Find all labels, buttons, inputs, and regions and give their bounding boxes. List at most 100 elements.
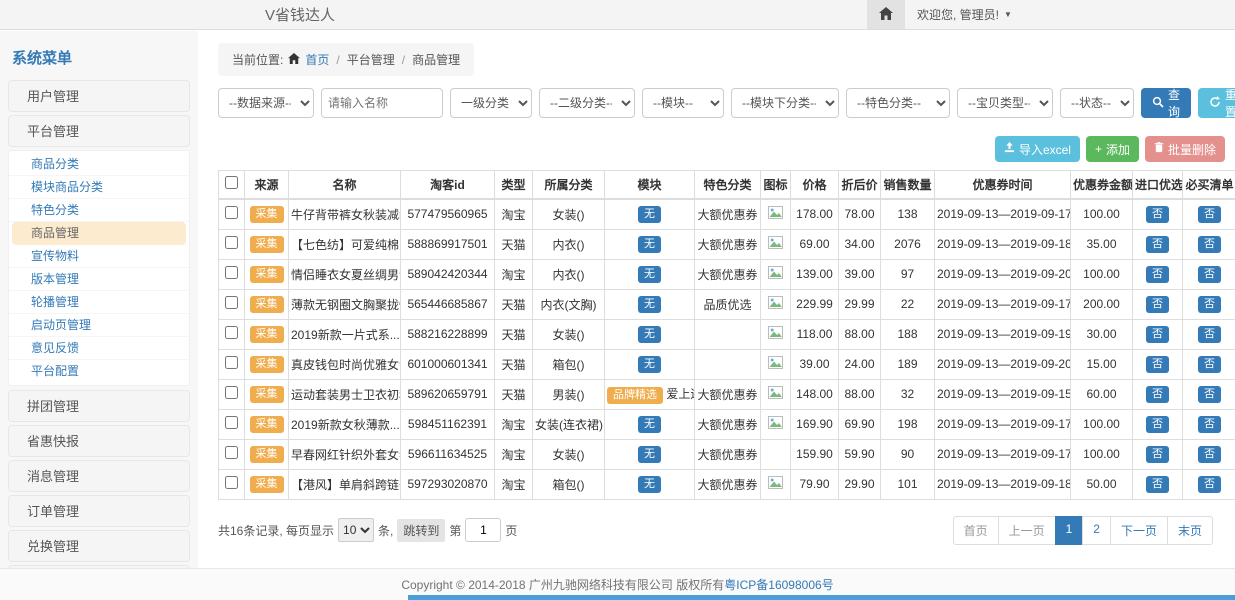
filter-select-3[interactable]: --模块-- <box>642 88 724 118</box>
column-header: 来源 <box>245 171 289 199</box>
import-select-toggle[interactable]: 否 <box>1146 476 1169 493</box>
sales-count: 188 <box>881 319 935 349</box>
must-buy-toggle[interactable]: 否 <box>1198 446 1221 463</box>
source-badge: 采集 <box>250 356 284 373</box>
sidebar-group-5[interactable]: 订单管理 <box>8 495 190 527</box>
import-excel-button[interactable]: 导入excel <box>995 136 1080 162</box>
page: V省钱达人 欢迎您, 管理员! ▼ 系统菜单 用户管理平台管理商品分类模块商品分… <box>0 0 1235 600</box>
page-size-select[interactable]: 10 <box>338 518 374 542</box>
module-extra: 爱上运动 <box>666 387 694 401</box>
taoke-id: 598451162391 <box>401 409 495 439</box>
row-checkbox[interactable] <box>225 446 238 459</box>
row-checkbox[interactable] <box>225 416 238 429</box>
row-checkbox[interactable] <box>225 296 238 309</box>
sidebar-group-4[interactable]: 消息管理 <box>8 460 190 492</box>
records-summary-mid: 条, <box>378 522 393 539</box>
import-select-toggle[interactable]: 否 <box>1146 206 1169 223</box>
column-header: 所属分类 <box>533 171 605 199</box>
must-buy-toggle[interactable]: 否 <box>1198 266 1221 283</box>
import-select-toggle[interactable]: 否 <box>1146 296 1169 313</box>
action-toolbar: 导入excel + 添加 批量删除 <box>218 136 1225 162</box>
import-select-toggle[interactable]: 否 <box>1146 266 1169 283</box>
search-button[interactable]: 查询 <box>1141 88 1191 118</box>
sidebar-group-1[interactable]: 平台管理 <box>8 115 190 147</box>
pager-button-5[interactable]: 末页 <box>1167 516 1213 545</box>
sidebar-item-3[interactable]: 商品管理 <box>12 222 186 245</box>
coupon-amount: 100.00 <box>1071 259 1133 289</box>
filter-select-1[interactable]: 一级分类 <box>450 88 532 118</box>
sidebar-item-1[interactable]: 模块商品分类 <box>9 176 189 199</box>
jump-page-input[interactable] <box>465 518 501 542</box>
add-button[interactable]: + 添加 <box>1086 136 1139 162</box>
sidebar-item-0[interactable]: 商品分类 <box>9 153 189 176</box>
sidebar-item-2[interactable]: 特色分类 <box>9 199 189 222</box>
import-select-toggle[interactable]: 否 <box>1146 416 1169 433</box>
jump-button[interactable]: 跳转到 <box>397 519 445 542</box>
pager-button-4[interactable]: 下一页 <box>1110 516 1168 545</box>
sidebar-item-8[interactable]: 意见反馈 <box>9 337 189 360</box>
must-buy-toggle[interactable]: 否 <box>1198 476 1221 493</box>
must-buy-toggle[interactable]: 否 <box>1198 386 1221 403</box>
sidebar-item-4[interactable]: 宣传物料 <box>9 245 189 268</box>
feature-category <box>695 349 761 379</box>
must-buy-toggle[interactable]: 否 <box>1198 236 1221 253</box>
coupon-time: 2019-09-13—2019-09-19 <box>935 319 1071 349</box>
icp-link[interactable]: 粤ICP备16098006号 <box>724 576 833 593</box>
home-icon <box>879 7 893 23</box>
filter-select-6[interactable]: --宝贝类型-- <box>957 88 1053 118</box>
filter-select-2[interactable]: --二级分类-- <box>539 88 635 118</box>
sidebar-item-6[interactable]: 轮播管理 <box>9 291 189 314</box>
source-badge: 采集 <box>250 236 284 253</box>
import-select-toggle[interactable]: 否 <box>1146 356 1169 373</box>
import-select-toggle[interactable]: 否 <box>1146 446 1169 463</box>
row-checkbox[interactable] <box>225 206 238 219</box>
feature-category: 品质优选 <box>695 289 761 319</box>
table-row: 采集真皮钱包时尚优雅女士...601000601341天猫箱包()无39.002… <box>219 349 1235 379</box>
module-badge: 无 <box>638 296 661 313</box>
import-select-toggle[interactable]: 否 <box>1146 236 1169 253</box>
import-select-toggle[interactable]: 否 <box>1146 326 1169 343</box>
import-select-toggle[interactable]: 否 <box>1146 386 1169 403</box>
user-menu[interactable]: 欢迎您, 管理员! ▼ <box>905 6 1235 23</box>
sidebar-item-7[interactable]: 启动页管理 <box>9 314 189 337</box>
sidebar-group-0[interactable]: 用户管理 <box>8 80 190 112</box>
sidebar-group-3[interactable]: 省惠快报 <box>8 425 190 457</box>
discount-price: 39.00 <box>839 259 881 289</box>
row-checkbox[interactable] <box>225 356 238 369</box>
home-button[interactable] <box>867 0 905 29</box>
must-buy-toggle[interactable]: 否 <box>1198 296 1221 313</box>
product-name: 早春网红针织外套女春... <box>289 439 401 469</box>
must-buy-toggle[interactable]: 否 <box>1198 416 1221 433</box>
product-type: 淘宝 <box>495 439 533 469</box>
filter-select-7[interactable]: --状态-- <box>1060 88 1134 118</box>
row-checkbox[interactable] <box>225 386 238 399</box>
feature-category: 大额优惠券 <box>695 469 761 499</box>
sidebar-group-6[interactable]: 兑换管理 <box>8 530 190 562</box>
product-thumbnail-icon <box>768 236 783 252</box>
coupon-time: 2019-09-13—2019-09-17 <box>935 199 1071 230</box>
name-search-input[interactable] <box>321 88 443 118</box>
filter-select-0[interactable]: --数据来源-- <box>218 88 314 118</box>
row-checkbox[interactable] <box>225 236 238 249</box>
horizontal-scrollbar[interactable] <box>408 595 1235 600</box>
column-header: 图标 <box>761 171 791 199</box>
row-checkbox[interactable] <box>225 476 238 489</box>
price: 69.00 <box>791 229 839 259</box>
sidebar-item-9[interactable]: 平台配置 <box>9 360 189 383</box>
must-buy-toggle[interactable]: 否 <box>1198 326 1221 343</box>
sidebar-group-2[interactable]: 拼团管理 <box>8 390 190 422</box>
coupon-amount: 60.00 <box>1071 379 1133 409</box>
must-buy-toggle[interactable]: 否 <box>1198 206 1221 223</box>
sidebar-item-5[interactable]: 版本管理 <box>9 268 189 291</box>
row-checkbox[interactable] <box>225 326 238 339</box>
select-all-checkbox[interactable] <box>225 176 238 189</box>
batch-delete-button[interactable]: 批量删除 <box>1145 136 1225 162</box>
filter-select-4[interactable]: --模块下分类-- <box>731 88 839 118</box>
row-checkbox[interactable] <box>225 266 238 279</box>
must-buy-toggle[interactable]: 否 <box>1198 356 1221 373</box>
pager-button-3[interactable]: 2 <box>1082 516 1111 545</box>
pager-button-2[interactable]: 1 <box>1055 516 1084 545</box>
breadcrumb-home-link[interactable]: 首页 <box>305 51 329 68</box>
reset-button[interactable]: 重置 <box>1198 88 1235 118</box>
filter-select-5[interactable]: --特色分类-- <box>846 88 950 118</box>
